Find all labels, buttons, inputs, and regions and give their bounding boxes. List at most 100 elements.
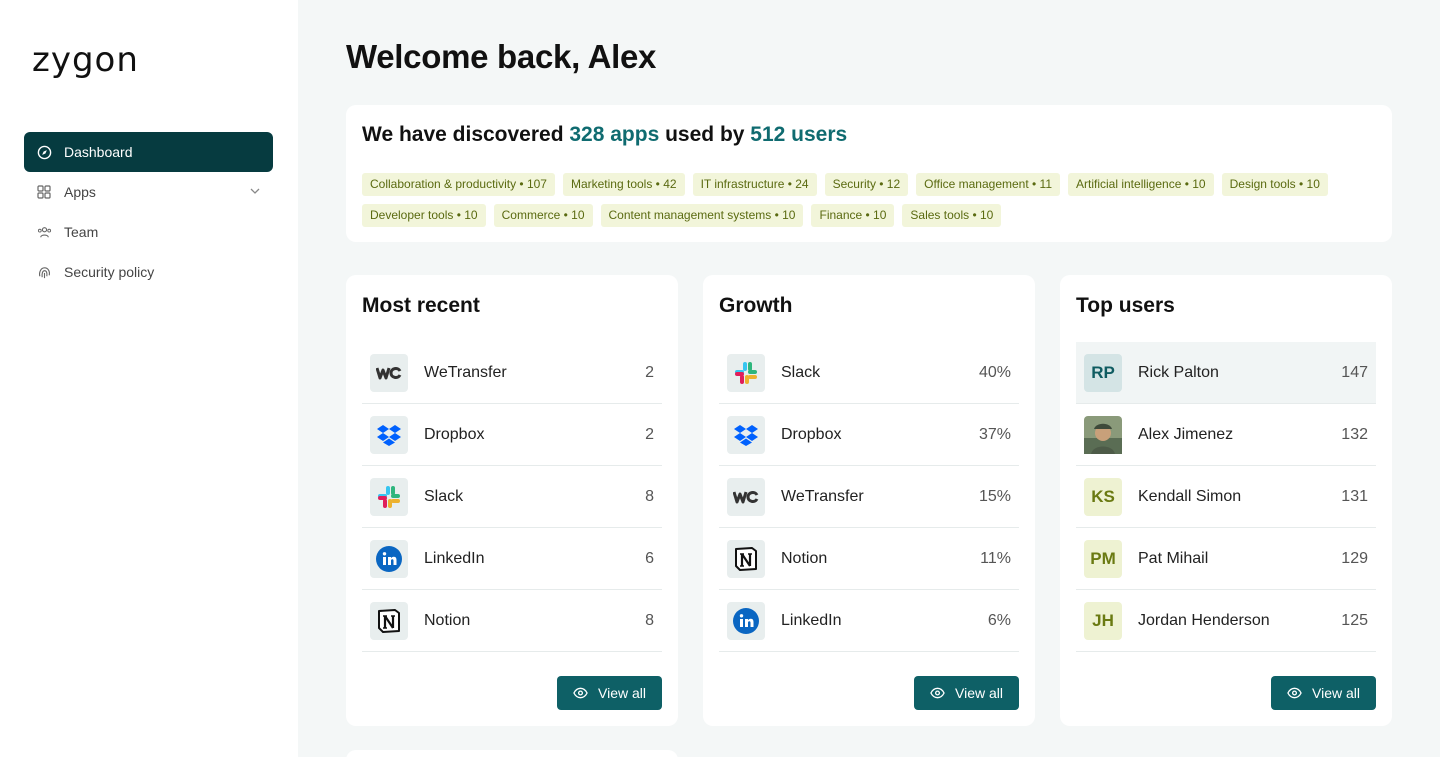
list-item[interactable]: PM Pat Mihail 129 — [1076, 528, 1376, 590]
slack-icon — [727, 353, 765, 392]
users-count[interactable]: 512 users — [750, 123, 847, 146]
category-tag[interactable]: Collaboration & productivity • 107 — [362, 173, 555, 196]
sidebar-item-label: Apps — [64, 184, 96, 200]
discovery-summary-card: We have discovered 328 apps used by 512 … — [346, 105, 1392, 242]
app-value: 6% — [987, 611, 1011, 629]
category-tag[interactable]: Commerce • 10 — [493, 204, 593, 227]
discovery-headline: We have discovered 328 apps used by 512 … — [362, 123, 1376, 147]
list-item[interactable]: RP Rick Palton 147 — [1076, 342, 1376, 404]
linkedin-icon — [727, 601, 765, 640]
user-count: 129 — [1341, 549, 1368, 567]
user-count: 132 — [1341, 425, 1368, 443]
category-tags: Collaboration & productivity • 107 Marke… — [362, 173, 1362, 227]
list-item[interactable]: Slack 40% — [719, 342, 1019, 404]
list-item[interactable]: JH Jordan Henderson 125 — [1076, 590, 1376, 652]
sidebar-item-label: Team — [64, 224, 99, 240]
most-recent-list: WeTransfer 2 Dropbox 2 Slack 8 LinkedIn 6 Notion… — [362, 342, 662, 652]
list-item[interactable]: Dropbox 2 — [362, 404, 662, 466]
sidebar-item-security-policy[interactable]: Security policy — [24, 252, 273, 292]
view-all-label: View all — [598, 685, 646, 701]
view-all-label: View all — [1312, 685, 1360, 701]
category-tag[interactable]: Office management • 11 — [916, 173, 1060, 196]
dropbox-icon — [727, 415, 765, 454]
app-name: Dropbox — [781, 425, 842, 443]
discovery-prefix: We have discovered — [362, 123, 570, 146]
apps-count[interactable]: 328 apps — [569, 123, 659, 146]
list-item[interactable]: KS Kendall Simon 131 — [1076, 466, 1376, 528]
app-name: Notion — [781, 549, 828, 567]
category-tag[interactable]: IT infrastructure • 24 — [692, 173, 817, 196]
list-item[interactable]: LinkedIn 6 — [362, 528, 662, 590]
app-value: 40% — [978, 363, 1011, 381]
view-all-label: View all — [955, 685, 1003, 701]
list-item[interactable]: Notion 11% — [719, 528, 1019, 590]
users-icon — [36, 224, 52, 240]
app-value: 37% — [978, 425, 1011, 443]
app-value: 6 — [645, 549, 654, 567]
category-tag[interactable]: Sales tools • 10 — [902, 204, 1002, 227]
app-name: WeTransfer — [424, 363, 507, 381]
user-count: 125 — [1341, 611, 1368, 629]
app-name: Slack — [781, 363, 821, 381]
avatar-initials: KS — [1084, 477, 1122, 516]
eye-icon — [1287, 687, 1302, 699]
app-name: WeTransfer — [781, 487, 864, 505]
app-name: LinkedIn — [781, 611, 842, 629]
card-title: Growth — [719, 294, 793, 317]
category-tag[interactable]: Artificial intelligence • 10 — [1068, 173, 1214, 196]
list-item[interactable]: WeTransfer 2 — [362, 342, 662, 404]
view-all-button[interactable]: View all — [557, 676, 662, 710]
sidebar-item-team[interactable]: Team — [24, 212, 273, 252]
list-item[interactable]: Dropbox 37% — [719, 404, 1019, 466]
list-item[interactable]: Alex Jimenez 132 — [1076, 404, 1376, 466]
user-name: Rick Palton — [1138, 363, 1219, 381]
card-title: Top users — [1076, 294, 1175, 317]
card-title: Most recent — [362, 294, 480, 317]
list-item[interactable]: Slack 8 — [362, 466, 662, 528]
dropbox-icon — [370, 415, 408, 454]
zygon-logo[interactable]: zygon — [32, 40, 139, 80]
category-tag[interactable]: Design tools • 10 — [1221, 173, 1328, 196]
app-value: 2 — [645, 425, 654, 443]
list-item[interactable]: LinkedIn 6% — [719, 590, 1019, 652]
avatar-initials: RP — [1084, 353, 1122, 392]
list-item[interactable]: Notion 8 — [362, 590, 662, 652]
growth-card: Growth Slack 40% Dropbox 37% WeTransfer 15% No… — [703, 275, 1035, 726]
user-name: Jordan Henderson — [1138, 611, 1270, 629]
category-tag[interactable]: Developer tools • 10 — [362, 204, 486, 227]
page-title: Welcome back, Alex — [346, 38, 657, 75]
top-users-card: Top users RP Rick Palton 147 Alex Jimenez 13… — [1060, 275, 1392, 726]
growth-list: Slack 40% Dropbox 37% WeTransfer 15% Notion 11%… — [719, 342, 1019, 652]
app-value: 11% — [980, 549, 1011, 567]
avatar-initials: PM — [1084, 539, 1122, 578]
category-tag[interactable]: Content management systems • 10 — [600, 204, 804, 227]
app-value: 8 — [645, 487, 654, 505]
sidebar-item-apps[interactable]: Apps — [24, 172, 273, 212]
notion-icon — [370, 601, 408, 640]
list-item[interactable]: WeTransfer 15% — [719, 466, 1019, 528]
category-tag[interactable]: Security • 12 — [824, 173, 909, 196]
avatar-initials: JH — [1084, 601, 1122, 640]
user-name: Alex Jimenez — [1138, 425, 1234, 443]
app-value: 15% — [978, 487, 1011, 505]
user-count: 131 — [1341, 487, 1368, 505]
slack-icon — [370, 477, 408, 516]
category-tag[interactable]: Marketing tools • 42 — [562, 173, 685, 196]
user-count: 147 — [1341, 363, 1368, 381]
wetransfer-icon — [370, 353, 408, 392]
notion-icon — [727, 539, 765, 578]
eye-icon — [930, 687, 945, 699]
user-name: Kendall Simon — [1138, 487, 1242, 505]
chevron-down-icon[interactable] — [249, 185, 261, 200]
app-value: 8 — [645, 611, 654, 629]
eye-icon — [573, 687, 588, 699]
app-name: Slack — [424, 487, 464, 505]
category-tag[interactable]: Finance • 10 — [811, 204, 895, 227]
discovery-middle: used by — [659, 123, 751, 146]
view-all-button[interactable]: View all — [914, 676, 1019, 710]
view-all-button[interactable]: View all — [1271, 676, 1376, 710]
sidebar-nav: Dashboard Apps Team Security policy — [24, 132, 273, 292]
app-name: Dropbox — [424, 425, 485, 443]
sidebar-item-dashboard[interactable]: Dashboard — [24, 132, 273, 172]
sidebar: zygon Dashboard Apps Team Security polic… — [0, 0, 298, 757]
